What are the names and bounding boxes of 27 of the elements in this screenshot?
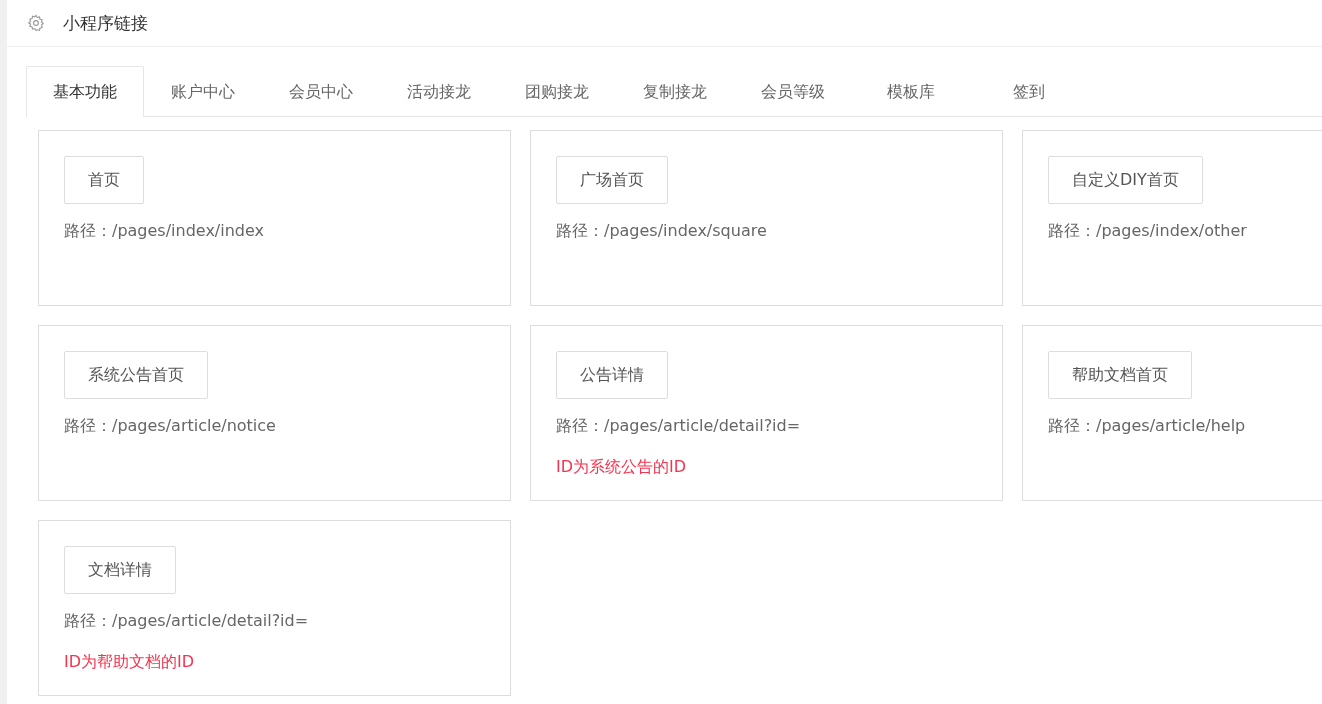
link-button[interactable]: 公告详情 [556, 351, 668, 399]
link-button[interactable]: 广场首页 [556, 156, 668, 204]
settings-icon [27, 14, 45, 32]
link-button[interactable]: 首页 [64, 156, 144, 204]
tab[interactable]: 团购接龙 [498, 66, 616, 117]
link-button[interactable]: 自定义DIY首页 [1048, 156, 1203, 204]
link-button[interactable]: 帮助文档首页 [1048, 351, 1192, 399]
path-text: 路径：/pages/article/help [1048, 416, 1247, 437]
link-button[interactable]: 文档详情 [64, 546, 176, 594]
link-button[interactable]: 系统公告首页 [64, 351, 208, 399]
tab[interactable]: 会员中心 [262, 66, 380, 117]
note-text: ID为系统公告的ID [556, 457, 688, 478]
path-text: 路径：/pages/index/other [1048, 221, 1248, 242]
note-text: ID为帮助文档的ID [64, 652, 196, 673]
tab[interactable]: 模板库 [852, 66, 970, 117]
tab[interactable]: 会员等级 [734, 66, 852, 117]
path-text: 路径：/pages/index/index [64, 221, 265, 242]
page-title: 小程序链接 [63, 11, 148, 35]
path-text: 路径：/pages/index/square [556, 221, 768, 242]
tab[interactable]: 复制接龙 [616, 66, 734, 117]
tab[interactable]: 账户中心 [144, 66, 262, 117]
tab[interactable]: 活动接龙 [380, 66, 498, 117]
path-text: 路径：/pages/article/detail?id= [64, 611, 310, 632]
path-text: 路径：/pages/article/detail?id= [556, 416, 802, 437]
tab[interactable]: 基本功能 [26, 66, 144, 117]
tab[interactable]: 签到 [970, 66, 1088, 117]
path-text: 路径：/pages/article/notice [64, 416, 277, 437]
